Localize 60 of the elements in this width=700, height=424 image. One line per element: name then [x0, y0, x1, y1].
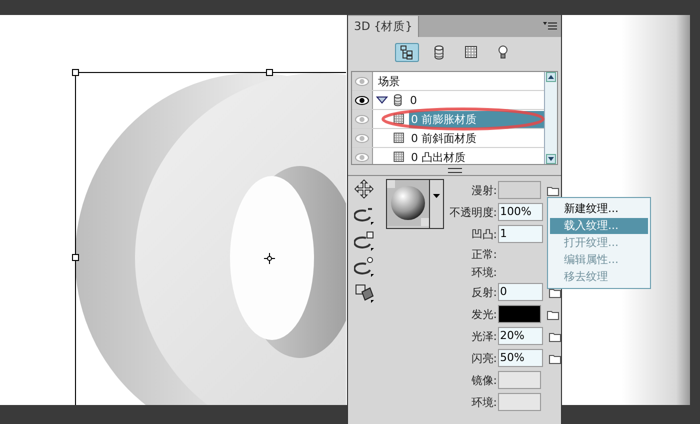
property-label: 环境:: [470, 394, 497, 410]
property-label: 环境:: [470, 264, 497, 280]
property-label: 凹凸:: [470, 226, 497, 242]
scroll-up-button[interactable]: [546, 72, 556, 82]
scene-icon: [398, 44, 414, 60]
layer-item[interactable]: 场景: [376, 72, 544, 90]
value-field[interactable]: 50%: [498, 349, 543, 367]
orbit-light-icon[interactable]: [354, 257, 374, 278]
material-preview[interactable]: [386, 179, 444, 229]
color-swatch[interactable]: [498, 305, 541, 323]
property-label: 发光:: [470, 306, 497, 322]
layer-item[interactable]: 0 前斜面材质: [409, 130, 544, 146]
property-label: 镜像:: [470, 372, 497, 388]
value-field[interactable]: 1: [498, 225, 543, 243]
eye-icon: [355, 134, 369, 142]
eye-icon: [355, 152, 369, 162]
crosshair-icon: [264, 252, 276, 264]
eye-icon: [355, 96, 369, 104]
value-field[interactable]: 100%: [498, 203, 543, 221]
eye-icon: [355, 114, 369, 124]
expand-triangle-icon[interactable]: [376, 96, 388, 104]
property-label: 反射:: [470, 284, 497, 300]
visibility-toggle[interactable]: [352, 129, 373, 147]
dropdown-caret-icon: [433, 194, 440, 198]
orbit-icon[interactable]: [354, 205, 374, 226]
material-icon: [392, 112, 406, 126]
layer-item[interactable]: 0 凸出材质: [409, 148, 544, 164]
visibility-toggle[interactable]: [352, 72, 373, 90]
material-icon: [462, 44, 478, 60]
property-label: 不透明度:: [448, 204, 497, 220]
color-swatch[interactable]: [498, 371, 541, 389]
material-bucket-icon[interactable]: [354, 283, 374, 304]
panel-menu-icon[interactable]: [543, 21, 557, 31]
eye-icon: [355, 76, 369, 86]
move-icon[interactable]: [354, 179, 374, 200]
sphere-preview-drawing: [387, 180, 429, 226]
value-field[interactable]: 0: [498, 283, 543, 301]
layer-item[interactable]: 0: [408, 92, 544, 108]
folder-icon[interactable]: [549, 286, 561, 298]
folder-icon[interactable]: [549, 330, 561, 342]
property-label: 光泽:: [470, 328, 497, 344]
scene-filter-button[interactable]: [394, 42, 418, 62]
visibility-toggle[interactable]: [352, 148, 373, 164]
material-icon: [392, 131, 406, 145]
visibility-toggle[interactable]: [352, 110, 373, 128]
value-field[interactable]: 20%: [498, 327, 543, 345]
orbit-grid-icon[interactable]: [354, 231, 374, 252]
scroll-down-button[interactable]: [546, 154, 556, 164]
property-label: 漫射:: [470, 182, 497, 198]
property-label: 正常:: [470, 246, 497, 262]
color-swatch[interactable]: [498, 181, 541, 199]
material-icon: [392, 150, 406, 164]
panel-tab[interactable]: 3D {材质}: [348, 16, 420, 37]
folder-icon[interactable]: [547, 308, 559, 320]
menu-item[interactable]: 新建纹理...: [550, 201, 648, 217]
visibility-toggle[interactable]: [352, 91, 373, 109]
property-label: 闪亮:: [470, 350, 497, 366]
folder-icon[interactable]: [549, 352, 561, 364]
resize-grip-icon: [448, 168, 462, 172]
color-swatch[interactable]: [498, 393, 541, 411]
